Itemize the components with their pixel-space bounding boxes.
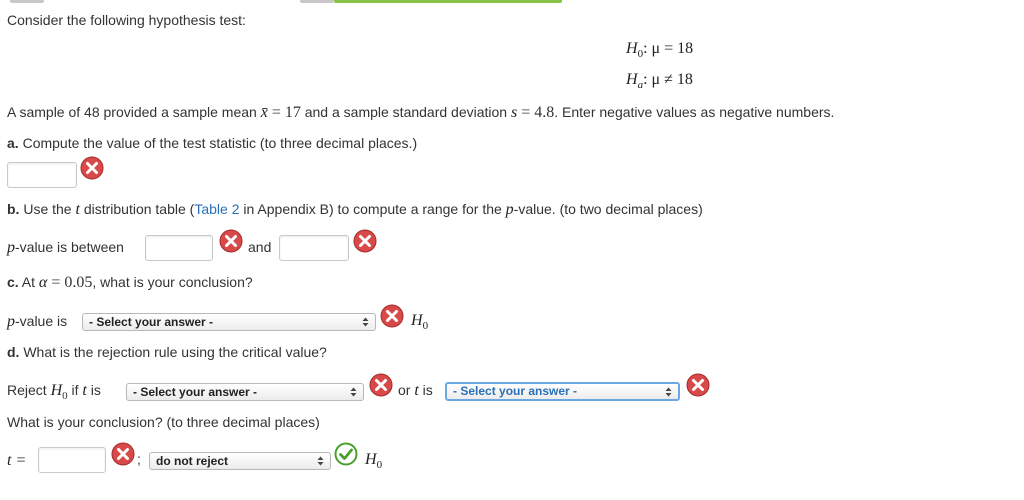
p-value-lower-input[interactable] [145, 235, 213, 261]
incorrect-icon [111, 442, 135, 466]
semicolon: ; [137, 451, 141, 467]
table-2-link[interactable]: Table 2 [194, 201, 239, 217]
p-value-between-label: p-value is between [7, 239, 124, 256]
p-value-is-label: p-value is [7, 313, 68, 330]
select-arrows-icon [665, 387, 672, 397]
t-equals-label: t = [7, 452, 27, 469]
incorrect-icon [80, 156, 104, 180]
t-value-input[interactable] [38, 447, 106, 473]
incorrect-icon [219, 229, 243, 253]
part-d-question: d. What is the rejection rule using the … [7, 344, 327, 360]
or-t-is-label: or t is [398, 382, 433, 399]
select-arrows-icon [317, 456, 324, 466]
h0-label: H0 [411, 312, 429, 333]
null-hypothesis: H0: μ = 18 [626, 40, 694, 61]
incorrect-icon [353, 229, 377, 253]
incorrect-icon [380, 304, 404, 328]
correct-check-icon [334, 442, 358, 466]
p-value-conclusion-select[interactable]: - Select your answer - [82, 313, 376, 331]
part-a-question: a. Compute the value of the test statist… [7, 135, 418, 151]
rejection-rule-select-2[interactable]: - Select your answer - [445, 382, 680, 401]
test-statistic-input[interactable] [7, 162, 77, 188]
part-b-question: b. Use the t distribution table (Table 2… [7, 201, 703, 218]
top-tab-1[interactable] [10, 0, 44, 3]
h0-end-label: H0 [365, 451, 383, 472]
part-c-question: c. At α = 0.05, what is your conclusion? [7, 274, 253, 291]
alternative-hypothesis: Ha: μ ≠ 18 [626, 71, 693, 92]
reject-rule-label: Reject H0 if t is [7, 382, 101, 402]
rejection-rule-select-1[interactable]: - Select your answer - [126, 383, 364, 401]
incorrect-icon [686, 373, 710, 397]
decision-select[interactable]: do not reject [149, 452, 331, 470]
top-tab-2[interactable] [300, 0, 334, 3]
select-arrows-icon [362, 317, 369, 327]
intro-text: Consider the following hypothesis test: [7, 12, 246, 28]
and-label: and [248, 239, 272, 255]
conclusion-question: What is your conclusion? (to three decim… [7, 414, 320, 430]
top-tab-3[interactable] [334, 0, 562, 3]
select-arrows-icon [350, 387, 357, 397]
incorrect-icon [369, 373, 393, 397]
p-value-upper-input[interactable] [279, 235, 349, 261]
sample-description: A sample of 48 provided a sample mean x̄… [7, 104, 835, 121]
